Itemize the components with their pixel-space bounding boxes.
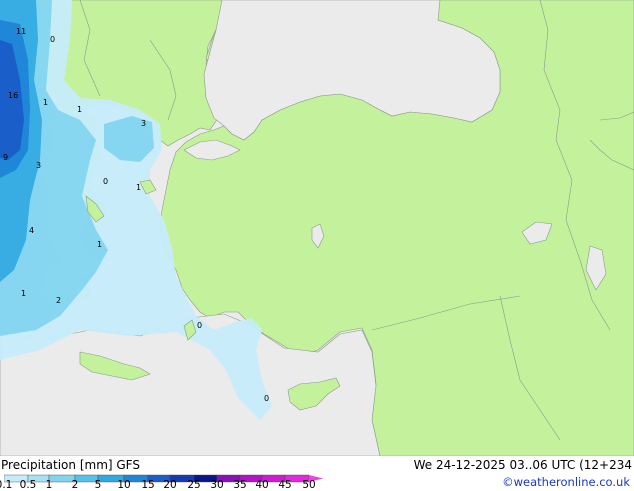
value-label: 0 <box>103 177 108 186</box>
value-label: 1 <box>77 105 82 114</box>
value-label: 0 <box>197 321 202 330</box>
value-label: 1 <box>97 240 102 249</box>
legend-tick-label: 45 <box>278 479 292 491</box>
legend-tick-label: 20 <box>163 479 177 491</box>
map-title: Precipitation [mm] GFS <box>1 458 140 472</box>
value-label: 1 <box>21 289 26 298</box>
legend-tick-label: 0.5 <box>19 479 37 491</box>
value-label: 2 <box>56 296 61 305</box>
legend-tick-label: 35 <box>233 479 247 491</box>
precipitation-map: 11 0 16 1 1 3 9 3 0 1 4 1 1 2 0 0 <box>0 0 634 456</box>
legend-tick-label: 15 <box>141 479 155 491</box>
site-credit-link[interactable]: ©weatheronline.co.uk <box>502 475 630 489</box>
legend-tick-label: 1 <box>45 479 53 491</box>
legend-tick-label: 0.1 <box>0 479 13 491</box>
legend-tick-label: 5 <box>94 479 102 491</box>
legend-tick-label: 25 <box>187 479 201 491</box>
valid-time: We 24-12-2025 03..06 UTC (12+234 <box>413 458 632 472</box>
value-label: 11 <box>16 27 26 36</box>
value-label: 0 <box>264 394 269 403</box>
value-label: 9 <box>3 153 8 162</box>
legend-tick-label: 10 <box>117 479 131 491</box>
value-label: 1 <box>43 98 48 107</box>
value-label: 16 <box>8 91 18 100</box>
legend-tick-label: 50 <box>302 479 316 491</box>
value-label: 4 <box>29 226 34 235</box>
value-label: 3 <box>141 119 146 128</box>
legend-ticks: 0.10.5125101520253035404550 <box>0 479 340 491</box>
legend-tick-label: 2 <box>71 479 79 491</box>
legend-tick-label: 40 <box>255 479 269 491</box>
value-label: 3 <box>36 161 41 170</box>
map-canvas: 11 0 16 1 1 3 9 3 0 1 4 1 1 2 0 0 <box>0 0 634 456</box>
value-label: 0 <box>50 35 55 44</box>
legend-tick-label: 30 <box>210 479 224 491</box>
value-label: 1 <box>136 183 141 192</box>
